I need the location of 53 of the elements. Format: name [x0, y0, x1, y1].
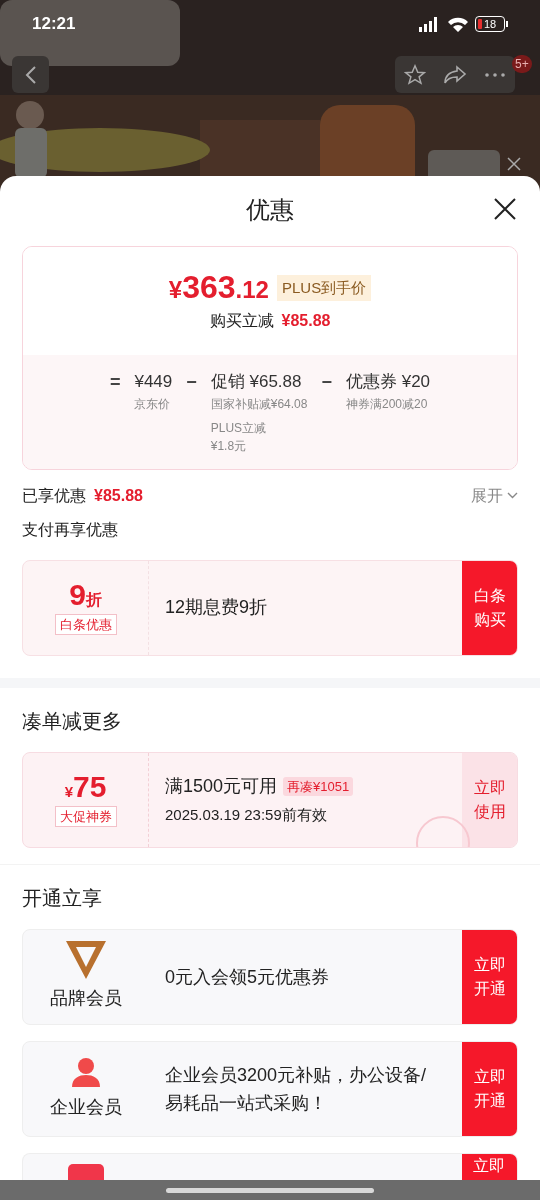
saving-value: ¥85.88	[281, 311, 331, 331]
section-title: 凑单减更多	[22, 708, 123, 734]
formula-note: 国家补贴减¥64.08	[210, 395, 308, 413]
formula-value: ¥449	[134, 371, 173, 393]
coupon-validity: 2025.03.19 23:59前有效	[165, 804, 328, 825]
formula-note: 神券满200减20	[346, 395, 429, 413]
formula-value: 优惠券 ¥20	[346, 371, 431, 393]
formula-note: 京东价	[134, 395, 172, 413]
offer-button[interactable]: 白条购买	[462, 560, 517, 655]
membership-name: 企业会员	[50, 1096, 122, 1119]
membership-text: 0元入会领5元优惠券	[165, 965, 330, 989]
coupon-tag: 大促神券	[54, 805, 117, 828]
discount-value: 9折	[69, 579, 102, 610]
join-button[interactable]: 立即开通	[462, 929, 517, 1024]
join-button[interactable]: 立即	[462, 1153, 517, 1180]
membership-name: 品牌会员	[50, 987, 122, 1010]
close-icon[interactable]	[505, 155, 523, 173]
plus-tag: PLUS到手价	[276, 274, 372, 301]
join-button[interactable]: 立即开通	[462, 1041, 517, 1136]
enjoyed-value: ¥85.88	[94, 485, 143, 506]
share-icon[interactable]	[443, 64, 467, 85]
close-icon[interactable]	[494, 198, 516, 220]
back-icon	[24, 64, 37, 85]
battery-level: 18	[484, 18, 497, 30]
expand-button[interactable]: 展开	[471, 483, 518, 508]
sheet-title: 优惠	[246, 195, 294, 225]
operator: −	[321, 371, 332, 394]
home-indicator[interactable]	[166, 1187, 374, 1193]
operator: =	[109, 371, 121, 394]
star-icon[interactable]	[403, 63, 426, 86]
wifi-icon	[447, 16, 469, 32]
person-icon	[70, 1056, 102, 1088]
back-button[interactable]	[12, 56, 49, 93]
offer-text: 12期息费9折	[164, 596, 269, 619]
membership-text: 企业会员3200元补贴，办公设备/易耗品一站式采购！	[165, 1063, 428, 1115]
status-time: 12:21	[32, 13, 76, 36]
formula-note: PLUS立减 ¥1.8元	[210, 419, 268, 455]
offer-tag: 白条优惠	[54, 613, 117, 636]
operator: −	[186, 371, 197, 394]
final-price: ¥363.12	[168, 271, 269, 303]
formula-value: 促销 ¥65.88	[210, 371, 303, 393]
coupon-button[interactable]: 立即使用	[462, 752, 517, 847]
v-logo-icon	[66, 941, 106, 979]
coupon-condition: 满1500元可用	[165, 774, 278, 798]
more-icon[interactable]	[484, 71, 507, 78]
saving-label: 购买立减	[209, 311, 274, 331]
app-icon	[68, 1164, 104, 1180]
coupon-extra: 再凑¥1051	[283, 776, 354, 796]
section-title: 支付再享优惠	[22, 519, 119, 540]
enjoyed-label: 已享优惠	[22, 485, 86, 506]
section-title: 开通立享	[22, 885, 103, 911]
coupon-amount: ¥75	[64, 771, 107, 802]
chevron-icon	[507, 492, 518, 499]
